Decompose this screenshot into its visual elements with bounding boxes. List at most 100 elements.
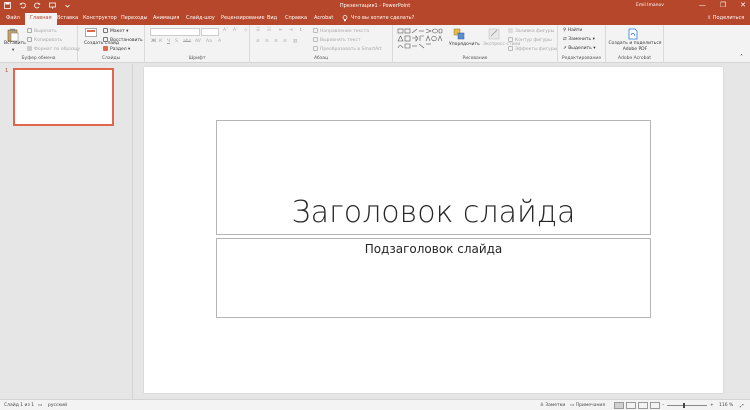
tab-view[interactable]: Вид	[267, 15, 277, 21]
share-label: Поделиться	[712, 15, 745, 21]
tell-me-box[interactable]: Что вы хотите сделать?	[342, 15, 414, 22]
window-controls: — ❐ ✕	[699, 1, 746, 10]
align-center-icon[interactable]: ≡	[265, 39, 269, 44]
minimize-button[interactable]: —	[699, 1, 706, 10]
slide-thumbnails-pane: 1	[0, 64, 133, 399]
bullets-icon[interactable]: ☰	[256, 28, 260, 33]
italic-button[interactable]: К	[159, 39, 162, 44]
group-label-editing: Редактирование	[561, 56, 602, 61]
align-right-icon[interactable]: ≡	[274, 39, 278, 44]
copy-button[interactable]: Копировать	[27, 37, 62, 43]
cursor-icon: ➚	[563, 46, 567, 51]
increase-indent-icon[interactable]: ⇥	[289, 28, 293, 33]
tab-insert[interactable]: Вставка	[57, 15, 78, 21]
bold-button[interactable]: Ж	[151, 39, 157, 44]
shrink-font-button[interactable]: A˅	[233, 28, 238, 33]
section-button[interactable]: Раздел ▾	[103, 46, 130, 52]
font-color-button[interactable]: A	[218, 39, 221, 44]
clear-format-icon[interactable]: ◇	[244, 28, 247, 33]
reading-view-button[interactable]	[638, 402, 648, 409]
tab-home[interactable]: Главная	[25, 13, 57, 25]
share-icon: ⇪	[707, 15, 712, 21]
fit-slide-icon[interactable]: ⤢	[740, 403, 744, 409]
slide-canvas[interactable]: Заголовок слайда Подзаголовок слайда	[144, 67, 723, 393]
decrease-indent-icon[interactable]: ⇤	[279, 28, 283, 33]
tab-acrobat[interactable]: Acrobat	[314, 15, 333, 21]
zoom-out-button[interactable]: –	[662, 403, 664, 408]
zoom-slider-thumb[interactable]	[683, 403, 685, 408]
normal-view-button[interactable]	[614, 402, 624, 409]
effects-icon	[508, 46, 513, 51]
shape-effects-button[interactable]: Эффекты фигуры	[508, 46, 557, 52]
grow-font-button[interactable]: A˄	[223, 28, 228, 33]
section-icon	[103, 46, 108, 51]
numbering-icon[interactable]: ☷	[267, 28, 271, 33]
find-button[interactable]: ⚲ Найти	[563, 28, 582, 33]
section-label: Раздел	[110, 47, 127, 52]
text-direction-button[interactable]: Направление текста	[313, 28, 369, 34]
shape-fill-button[interactable]: Заливка фигуры	[508, 28, 554, 34]
lightbulb-icon	[342, 15, 348, 22]
close-button[interactable]: ✕	[740, 1, 746, 10]
tab-help[interactable]: Справка	[285, 15, 307, 21]
strikethrough-button[interactable]: abc	[183, 39, 191, 44]
comments-button[interactable]: ▭ Примечания	[570, 403, 605, 408]
cut-button[interactable]: Вырезать	[27, 28, 57, 34]
tab-animations[interactable]: Анимация	[153, 15, 179, 21]
copy-icon	[27, 37, 32, 42]
line-spacing-icon[interactable]: ↕	[299, 28, 303, 33]
restore-button[interactable]: ❐	[720, 1, 726, 10]
select-button[interactable]: ➚ Выделить ▾	[563, 46, 596, 51]
arrange-icon	[453, 28, 465, 40]
font-name-input[interactable]	[150, 28, 200, 36]
subtitle-placeholder[interactable]: Подзаголовок слайда	[216, 238, 651, 318]
format-painter-button[interactable]: Формат по образцу	[27, 46, 80, 52]
tab-file[interactable]: Файл	[6, 15, 20, 21]
spellcheck-icon[interactable]: ▭	[38, 403, 42, 408]
zoom-level[interactable]: 116 %	[719, 403, 733, 408]
group-label-slides: Слайды	[101, 56, 121, 61]
slideshow-button[interactable]	[650, 402, 660, 409]
layout-button[interactable]: Макет ▾	[103, 28, 128, 34]
align-left-icon[interactable]: ≡	[256, 39, 260, 44]
slide-sorter-button[interactable]	[626, 402, 636, 409]
zoom-slider[interactable]	[667, 405, 707, 406]
shadow-button[interactable]: S	[175, 39, 178, 44]
tab-transitions[interactable]: Переходы	[121, 15, 148, 21]
reset-button[interactable]: Восстановить	[103, 37, 143, 43]
create-pdf-button[interactable]: Создать и поделиться Adobe PDF	[608, 41, 662, 52]
font-size-input[interactable]	[201, 28, 219, 36]
group-drawing: Упорядочить Экспресс-стили Заливка фигур…	[393, 25, 558, 63]
shapes-gallery[interactable]	[397, 28, 443, 50]
format-painter-label: Формат по образцу	[34, 47, 81, 52]
replace-button[interactable]: ⇄ Заменить ▾	[563, 37, 595, 42]
user-name[interactable]: Emil Imanov	[636, 3, 664, 8]
slide-thumbnail[interactable]	[13, 68, 114, 126]
columns-icon[interactable]: ▥	[293, 39, 297, 44]
tab-slideshow[interactable]: Слайд-шоу	[186, 15, 215, 21]
language-indicator[interactable]: русский	[48, 403, 67, 408]
zoom-in-button[interactable]: +	[710, 403, 714, 408]
vertical-scrollbar[interactable]	[728, 64, 750, 399]
paste-options-arrow-icon[interactable]: ▾	[12, 48, 14, 53]
replace-icon: ⇄	[563, 37, 567, 42]
spacing-button[interactable]: AV	[195, 39, 201, 44]
group-label-font: Шрифт	[188, 56, 206, 61]
tab-design[interactable]: Конструктор	[83, 15, 117, 21]
smartart-button[interactable]: Преобразовать в SmartArt	[313, 46, 382, 52]
adobe-pdf-icon	[627, 28, 639, 40]
shape-fill-label: Заливка фигуры	[515, 29, 555, 34]
paste-button[interactable]: Вставить	[4, 41, 26, 46]
tab-review[interactable]: Рецензирование	[221, 15, 265, 21]
arrange-button[interactable]: Упорядочить	[449, 42, 480, 47]
case-button[interactable]: Aa	[206, 39, 212, 44]
new-slide-icon	[85, 28, 97, 40]
share-button[interactable]: ⇪ Поделиться	[707, 15, 744, 21]
align-text-button[interactable]: Выровнять текст	[313, 37, 360, 43]
collapse-ribbon-icon[interactable]: ˄	[740, 54, 743, 61]
shape-outline-button[interactable]: Контур фигуры	[508, 37, 552, 43]
underline-button[interactable]: Ч	[167, 39, 170, 44]
title-placeholder[interactable]: Заголовок слайда	[216, 120, 651, 235]
justify-icon[interactable]: ≡	[283, 39, 287, 44]
notes-button[interactable]: ≙ Заметки	[540, 403, 565, 408]
